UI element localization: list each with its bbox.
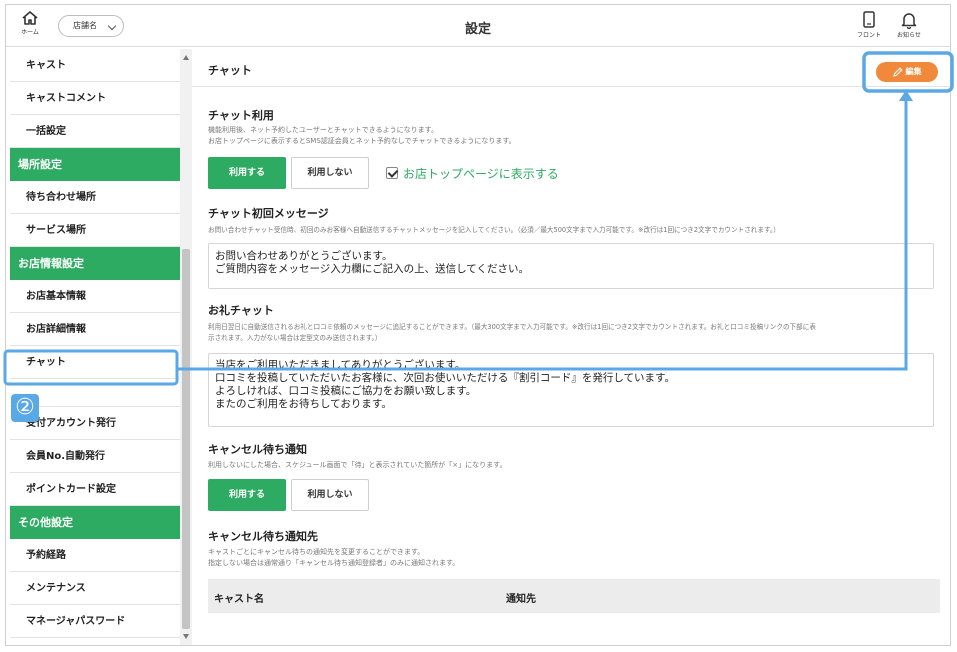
- tablet-icon: [863, 11, 875, 28]
- sidebar-item-member-no[interactable]: 会員No.自動発行: [10, 440, 180, 473]
- thanks-chat-title: お礼チャット: [208, 304, 274, 317]
- sidebar-section-place: 場所設定: [10, 148, 180, 181]
- column-notify-target: 通知先: [506, 594, 536, 605]
- sidebar-section-other: その他設定: [10, 506, 180, 539]
- chat-use-on-button[interactable]: 利用する: [208, 157, 286, 189]
- edit-label: 編集: [905, 67, 922, 76]
- front-button[interactable]: フロント: [854, 11, 884, 39]
- text-line: 口コミを投稿していただいたお客様に、次回お使いいただける『割引コード』を発行して…: [215, 372, 676, 384]
- edit-button[interactable]: 編集: [876, 62, 938, 82]
- sidebar-item-meeting-place[interactable]: 待ち合わせ場所: [10, 181, 180, 214]
- sidebar-item-point-card[interactable]: ポイントカード設定: [10, 473, 180, 506]
- scroll-down-icon[interactable]: [183, 634, 189, 639]
- show-on-top-checkbox[interactable]: お店トップページに表示する: [386, 165, 559, 182]
- thanks-chat-help: 利用日翌日に自動送信されるお礼と口コミ依頼のメッセージに追記することができます。…: [208, 322, 816, 343]
- help-line: 利用日翌日に自動送信されるお礼と口コミ依頼のメッセージに追記することができます。…: [208, 323, 816, 331]
- cancel-notice-off-button[interactable]: 利用しない: [291, 479, 369, 511]
- help-line: お店トップページに表示するとSMS認証会員とネット予約なしでチャットできるように…: [208, 136, 516, 145]
- text-line: お問い合わせありがとうございます。: [215, 250, 393, 262]
- sidebar-scrollbar[interactable]: [180, 49, 192, 645]
- sidebar-item-maintenance[interactable]: メンテナンス: [10, 572, 180, 605]
- notice-label: お知らせ: [897, 32, 921, 39]
- sidebar: キャスト キャストコメント 一括設定 場所設定 待ち合わせ場所 サービス場所 お…: [10, 49, 180, 645]
- scroll-thumb[interactable]: [182, 249, 190, 629]
- sidebar-item-service-place[interactable]: サービス場所: [10, 214, 180, 247]
- help-line: キャストごとにキャンセル待ちの通知先を変更することができます。: [208, 548, 425, 556]
- scroll-up-icon[interactable]: [183, 55, 189, 60]
- text-line: よろしければ、口コミ投稿にご協力をお願い致します。: [215, 385, 477, 397]
- column-cast-name: キャスト名: [214, 594, 264, 605]
- main-title: チャット: [208, 64, 252, 77]
- thanks-chat-textarea[interactable]: 当店をご利用いただきましてありがとうございます。 口コミを投稿していただいたお客…: [208, 353, 934, 427]
- cancel-notice-title: キャンセル待ち通知: [208, 443, 307, 456]
- show-on-top-label: お店トップページに表示する: [403, 167, 559, 181]
- chat-use-off-button[interactable]: 利用しない: [291, 157, 369, 189]
- chat-use-help: 機能利用後、ネット予約したユーザーとチャットできるようになります。 お店トップペ…: [208, 125, 516, 146]
- step-badge: ②: [11, 394, 39, 422]
- first-message-title: チャット初回メッセージ: [208, 207, 329, 220]
- cancel-notice-help: 利用しないにした場合、スケジュール画面で「待」と表示されていた箇所が「×」になり…: [208, 461, 507, 469]
- text-line: 当店をご利用いただきましてありがとうございます。: [215, 359, 466, 371]
- sidebar-item-chat[interactable]: チャット: [10, 346, 180, 379]
- main-panel: チャット 編集 チャット利用 機能利用後、ネット予約したユーザーとチャットできる…: [192, 49, 950, 645]
- main-header: チャット 編集: [192, 49, 950, 87]
- front-label: フロント: [856, 32, 881, 39]
- help-line: 指定しない場合は通常通り「キャンセル待ち通知登録者」のみに通知されます。: [208, 558, 460, 567]
- first-message-help: お問い合わせチャット受信時、初回のみお客様へ自動送信するチャットメッセージを記入…: [208, 226, 780, 234]
- sidebar-item-manager-password[interactable]: マネージャパスワード: [10, 605, 180, 638]
- sidebar-item-reservation-route[interactable]: 予約経路: [10, 539, 180, 572]
- sidebar-item-cast-comment[interactable]: キャストコメント: [10, 82, 180, 115]
- pencil-icon: [892, 67, 902, 77]
- sidebar-item-store-detail[interactable]: お店詳細情報: [10, 313, 180, 346]
- text-line: またのご利用をお待ちしております。: [215, 398, 392, 410]
- text-line: ご質問内容をメッセージ入力欄にご記入の上、送信してください。: [215, 263, 529, 275]
- cancel-target-table-header: キャスト名 通知先: [208, 579, 940, 613]
- cancel-target-title: キャンセル待ち通知先: [208, 530, 318, 543]
- first-message-textarea[interactable]: お問い合わせありがとうございます。 ご質問内容をメッセージ入力欄にご記入の上、送…: [208, 243, 934, 289]
- chat-use-title: チャット利用: [208, 109, 274, 122]
- app-window: ホーム 店舗名 設定 フロント お知らせ キャスト キャストコメント 一括設定 …: [5, 4, 951, 646]
- cancel-target-help: キャストごとにキャンセル待ちの通知先を変更することができます。 指定しない場合は…: [208, 547, 459, 568]
- bell-icon: [901, 13, 917, 29]
- sidebar-item-cast[interactable]: キャスト: [10, 49, 180, 82]
- sidebar-section-store-info: お店情報設定: [10, 247, 180, 280]
- checkbox-checked-icon: [386, 167, 398, 179]
- help-line: 示されます。入力がない場合は定型文のみ送信されます。）: [208, 333, 382, 342]
- help-line: 機能利用後、ネット予約したユーザーとチャットできるようになります。: [208, 126, 438, 134]
- sidebar-item-bulk-settings[interactable]: 一括設定: [10, 115, 180, 148]
- notice-button[interactable]: お知らせ: [894, 11, 924, 39]
- cancel-notice-on-button[interactable]: 利用する: [208, 479, 286, 511]
- top-header: ホーム 店舗名 設定 フロント お知らせ: [6, 5, 950, 47]
- sidebar-item-store-basic[interactable]: お店基本情報: [10, 280, 180, 313]
- page-title: 設定: [464, 22, 491, 37]
